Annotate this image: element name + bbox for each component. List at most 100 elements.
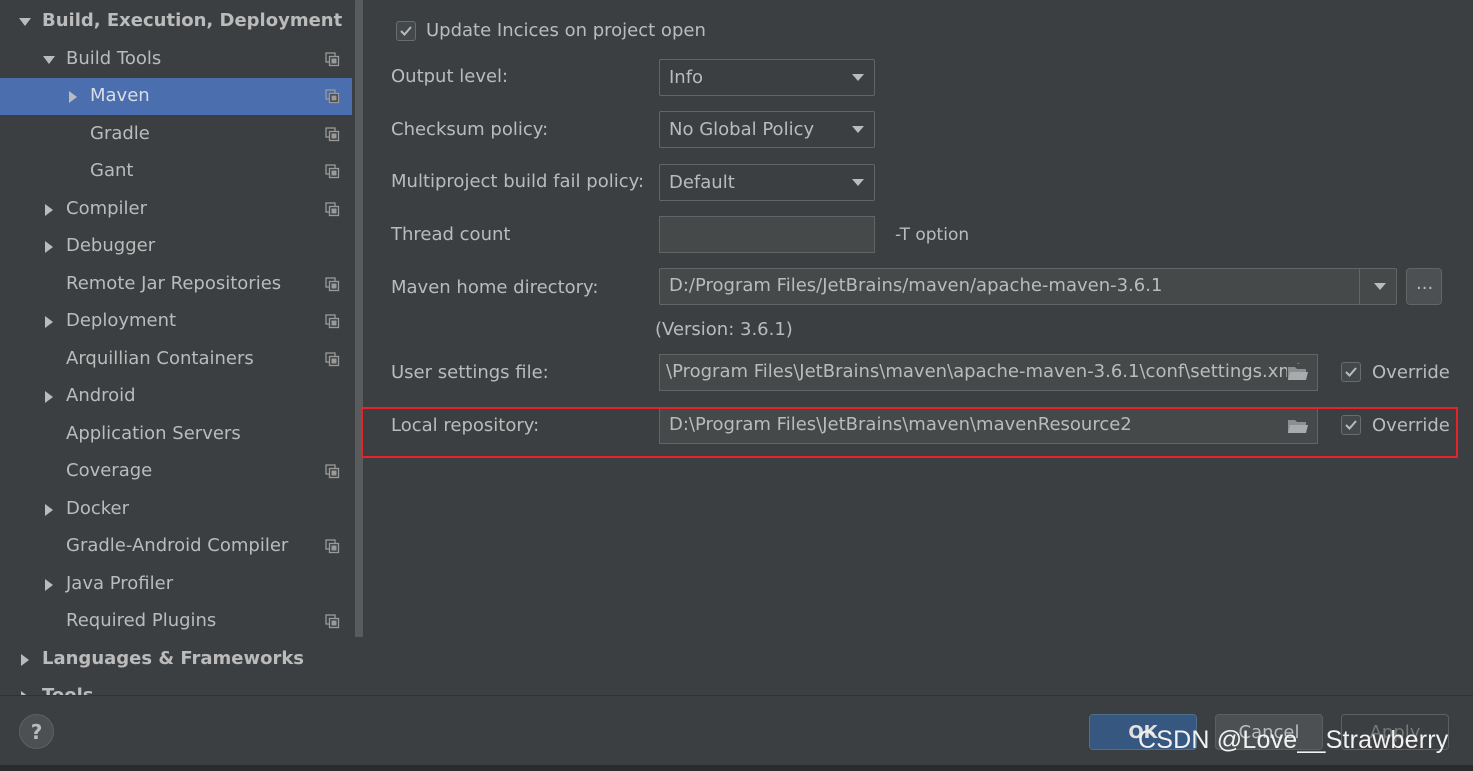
project-settings-icon xyxy=(325,614,340,629)
folder-icon[interactable] xyxy=(1287,364,1309,382)
sidebar-scrollbar-thumb[interactable] xyxy=(355,0,363,637)
project-settings-icon xyxy=(325,314,340,329)
expand-arrow-right-icon[interactable] xyxy=(42,503,56,517)
expand-arrow-right-icon[interactable] xyxy=(42,315,56,329)
sidebar-item-label: Remote Jar Repositories xyxy=(66,272,282,294)
sidebar-item-arquillian-containers[interactable]: Arquillian Containers xyxy=(0,341,352,378)
project-settings-icon xyxy=(325,51,340,67)
sidebar-item-label: Build, Execution, Deployment xyxy=(42,10,343,31)
combo-divider xyxy=(1359,269,1360,304)
expand-arrow-right-icon[interactable] xyxy=(42,240,56,254)
user-settings-label: User settings file: xyxy=(391,362,549,383)
sidebar-item-languages-frameworks[interactable]: Languages & Frameworks xyxy=(0,641,352,678)
user-settings-override-checkbox[interactable] xyxy=(1341,362,1361,382)
chevron-down-icon xyxy=(852,74,864,81)
check-icon xyxy=(1345,367,1357,377)
project-settings-icon xyxy=(325,89,340,104)
sidebar-item-maven[interactable]: Maven xyxy=(0,78,352,115)
sidebar-item-label: Application Servers xyxy=(66,422,241,444)
sidebar-item-label: Compiler xyxy=(66,197,148,219)
expand-arrow-right-icon[interactable] xyxy=(42,578,56,592)
project-settings-icon xyxy=(325,351,340,367)
sidebar-item-compiler[interactable]: Compiler xyxy=(0,191,352,228)
sidebar-item-docker[interactable]: Docker xyxy=(0,491,352,528)
sidebar-item-gant[interactable]: Gant xyxy=(0,153,352,190)
sidebar-item-label: Deployment xyxy=(66,310,177,331)
sidebar-item-gradle-android-compiler[interactable]: Gradle-Android Compiler xyxy=(0,528,352,565)
browse-maven-home-button[interactable]: ... xyxy=(1406,268,1442,305)
sidebar-item-required-plugins[interactable]: Required Plugins xyxy=(0,603,352,640)
sidebar-item-java-profiler[interactable]: Java Profiler xyxy=(0,566,352,603)
update-indices-checkbox[interactable] xyxy=(396,21,416,41)
expand-arrow-right-icon[interactable] xyxy=(66,90,80,104)
multiproject-fail-policy-value: Default xyxy=(669,172,735,193)
expand-arrow-right-icon[interactable] xyxy=(42,203,56,217)
output-level-label: Output level: xyxy=(391,66,509,87)
checksum-policy-label: Checksum policy: xyxy=(391,119,549,140)
sidebar-item-debugger[interactable]: Debugger xyxy=(0,228,352,265)
sidebar-item-build-execution-deployment[interactable]: Build, Execution, Deployment xyxy=(0,3,352,40)
settings-tree: Build, Execution, Deployment Build Tools M… xyxy=(0,0,352,695)
local-repository-highlight-box xyxy=(361,407,1458,458)
sidebar-item-coverage[interactable]: Coverage xyxy=(0,453,352,490)
user-settings-value: \Program Files\JetBrains\maven\apache-ma… xyxy=(666,361,1301,382)
sidebar-item-label: Gradle-Android Compiler xyxy=(66,535,289,556)
check-icon xyxy=(400,26,412,36)
maven-settings-panel: Update Incices on project open Output le… xyxy=(365,0,1473,695)
update-indices-label: Update Incices on project open xyxy=(426,20,706,41)
chevron-down-icon xyxy=(852,179,864,186)
maven-home-label: Maven home directory: xyxy=(391,277,599,298)
sidebar-scrollbar[interactable] xyxy=(352,0,365,695)
sidebar-item-gradle[interactable]: Gradle xyxy=(0,116,352,153)
multiproject-fail-policy-label: Multiproject build fail policy: xyxy=(391,171,645,192)
user-settings-override-label: Override xyxy=(1372,362,1450,383)
project-settings-icon xyxy=(325,164,340,179)
sidebar-item-application-servers[interactable]: Application Servers xyxy=(0,416,352,453)
expand-arrow-down-icon[interactable] xyxy=(18,15,32,29)
project-settings-icon xyxy=(325,276,340,292)
sidebar-item-label: Languages & Frameworks xyxy=(42,647,305,669)
expand-arrow-right-icon[interactable] xyxy=(18,653,32,667)
project-settings-icon xyxy=(325,201,340,217)
sidebar-item-android[interactable]: Android xyxy=(0,378,352,415)
user-settings-input[interactable]: \Program Files\JetBrains\maven\apache-ma… xyxy=(659,354,1318,391)
checksum-policy-select[interactable]: No Global Policy xyxy=(659,111,875,148)
expand-arrow-down-icon[interactable] xyxy=(42,53,56,67)
sidebar-item-label: Gant xyxy=(90,160,134,181)
project-settings-icon xyxy=(325,539,340,554)
thread-count-hint: -T option xyxy=(895,225,970,245)
project-settings-icon xyxy=(325,126,340,142)
watermark: CSDN @Love__Strawberry xyxy=(1138,726,1449,754)
help-button[interactable]: ? xyxy=(19,714,54,749)
sidebar-item-tools[interactable]: Tools xyxy=(0,678,352,695)
sidebar-item-label: Android xyxy=(66,385,136,406)
multiproject-fail-policy-select[interactable]: Default xyxy=(659,164,875,201)
sidebar-item-label: Debugger xyxy=(66,235,156,256)
window-bottom-edge xyxy=(0,765,1473,771)
maven-version-text: (Version: 3.6.1) xyxy=(655,319,793,340)
project-settings-icon xyxy=(325,464,340,479)
sidebar-item-label: Maven xyxy=(90,85,150,106)
sidebar-item-label: Coverage xyxy=(66,460,153,481)
thread-count-input[interactable] xyxy=(659,216,875,253)
expand-arrow-right-icon[interactable] xyxy=(42,390,56,404)
sidebar-item-label: Gradle xyxy=(90,122,150,144)
chevron-down-icon xyxy=(1374,283,1386,290)
sidebar-item-label: Tools xyxy=(42,685,94,695)
checksum-policy-value: No Global Policy xyxy=(669,119,815,140)
chevron-down-icon xyxy=(852,126,864,133)
maven-home-value: D:/Program Files/JetBrains/maven/apache-… xyxy=(669,275,1163,296)
thread-count-label: Thread count xyxy=(391,224,511,245)
sidebar-item-label: Arquillian Containers xyxy=(66,347,254,369)
sidebar-item-label: Build Tools xyxy=(66,47,162,69)
sidebar-item-remote-jar-repositories[interactable]: Remote Jar Repositories xyxy=(0,266,352,303)
maven-home-select[interactable]: D:/Program Files/JetBrains/maven/apache-… xyxy=(659,268,1397,305)
sidebar-item-label: Docker xyxy=(66,497,130,519)
browse-label: ... xyxy=(1416,273,1434,294)
sidebar-item-build-tools[interactable]: Build Tools xyxy=(0,41,352,78)
sidebar-item-label: Required Plugins xyxy=(66,610,217,631)
output-level-value: Info xyxy=(669,67,704,88)
sidebar-item-deployment[interactable]: Deployment xyxy=(0,303,352,340)
sidebar-item-label: Java Profiler xyxy=(66,572,174,594)
output-level-select[interactable]: Info xyxy=(659,59,875,96)
